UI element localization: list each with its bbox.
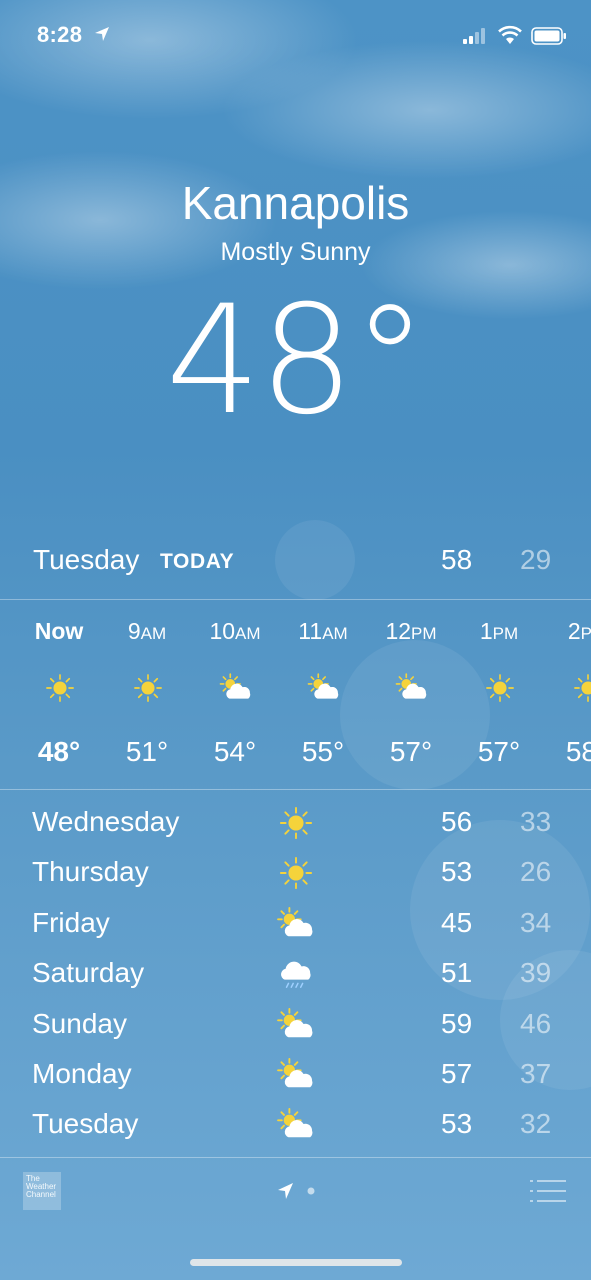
day-name: Friday [32, 906, 110, 938]
weather-channel-logo[interactable]: The Weather Channel [23, 1172, 61, 1210]
sun-icon [482, 670, 518, 706]
page-indicator[interactable] [277, 1181, 317, 1201]
divider [0, 1157, 591, 1158]
hour-suffix: AM [322, 624, 348, 643]
hour-temperature: 57° [477, 736, 521, 767]
hour-number: 9 [127, 618, 141, 644]
day-high: 53 [441, 1108, 473, 1140]
hour-suffix: AM [235, 624, 261, 643]
hour-label: 12PM [366, 618, 456, 645]
hour-label: 1PM [454, 618, 544, 645]
sun-icon [274, 806, 318, 840]
hour-label: 9AM [102, 618, 192, 645]
hour-label: 2PM [542, 618, 591, 645]
day-name: Tuesday [32, 1108, 139, 1140]
hour-temperature: 51° [125, 736, 169, 767]
day-high: 53 [441, 856, 473, 888]
hour-number: Now [34, 618, 84, 644]
partly-cloudy-icon [274, 1108, 318, 1142]
hour-suffix: PM [580, 624, 591, 643]
day-low: 26 [520, 856, 552, 888]
hour-number: 11 [298, 618, 323, 644]
day-name: Thursday [32, 856, 149, 888]
daily-row: Thursday 53 26 [0, 848, 591, 898]
sun-icon [570, 670, 591, 706]
status-time: 8:28 [37, 22, 83, 47]
hour-number: 1 [479, 618, 493, 644]
partly-cloudy-icon [274, 1007, 318, 1042]
list-icon[interactable] [530, 1178, 566, 1204]
day-name: Sunday [32, 1007, 127, 1039]
hour-label: 11AM [278, 618, 368, 645]
partly-cloudy-icon [394, 670, 430, 706]
day-high: 57 [441, 1058, 473, 1089]
home-indicator[interactable] [190, 1259, 402, 1266]
logo-text: Channel [26, 1190, 56, 1199]
today-high: 58 [441, 544, 473, 575]
day-high: 56 [441, 806, 473, 837]
daily-row: Monday 57 37 [0, 1050, 591, 1100]
hour-temperature: 54° [213, 736, 257, 767]
hourly-forecast[interactable]: Now 48° 9AM 51° 10AM 54° 11AM 55° 12PM 5… [0, 600, 591, 790]
day-low: 39 [520, 957, 552, 989]
day-high: 51 [441, 957, 473, 989]
sun-icon [274, 856, 318, 890]
partly-cloudy-icon [274, 1058, 318, 1092]
page-dot [307, 1187, 315, 1195]
daily-row: Saturday 51 39 [0, 949, 591, 999]
day-name: Wednesday [32, 806, 180, 837]
hour-suffix: AM [140, 624, 167, 643]
hour-temperature: 58° [565, 736, 591, 767]
hour-temperature: 48° [37, 736, 81, 767]
partly-cloudy-icon [218, 670, 254, 706]
sun-icon [130, 670, 166, 706]
daily-row: Sunday 59 46 [0, 1000, 591, 1050]
partly-cloudy-icon [306, 670, 342, 706]
day-name: Saturday [32, 957, 145, 989]
day-low: 34 [520, 906, 552, 938]
sun-icon [42, 670, 78, 706]
location-arrow-icon [95, 27, 109, 41]
hour-number: 12 [385, 618, 412, 644]
daily-row: Tuesday 53 32 [0, 1100, 591, 1150]
day-low: 37 [520, 1058, 552, 1089]
today-low: 29 [520, 544, 552, 575]
city-name: Kannapolis [181, 177, 410, 229]
hour-label: Now [14, 618, 104, 645]
today-day: Tuesday [33, 544, 140, 575]
current-temperature: 48° [165, 274, 428, 448]
day-low: 32 [520, 1108, 552, 1140]
day-name: Monday [32, 1058, 132, 1089]
day-high: 59 [441, 1007, 473, 1039]
today-row: Tuesday TODAY 58 29 [0, 540, 591, 598]
today-tag: TODAY [160, 550, 235, 573]
battery-icon [531, 27, 566, 45]
divider [0, 789, 591, 790]
hour-label: 10AM [190, 618, 280, 645]
hour-temperature: 57° [389, 736, 433, 767]
day-high: 45 [441, 906, 473, 938]
hour-suffix: PM [411, 624, 437, 643]
current-condition: Mostly Sunny [220, 238, 371, 266]
status-bar: 8:28 [0, 0, 591, 70]
rain-cloud-icon [274, 957, 318, 991]
hour-number: 2 [567, 618, 581, 644]
daily-row: Friday 45 34 [0, 899, 591, 949]
wifi-icon [498, 25, 522, 44]
cellular-signal-icon [463, 28, 485, 44]
day-low: 33 [520, 806, 552, 837]
hour-temperature: 55° [301, 736, 345, 767]
partly-cloudy-icon [274, 906, 318, 941]
day-low: 46 [520, 1007, 552, 1039]
hour-number: 10 [209, 618, 236, 644]
location-arrow-icon [278, 1183, 293, 1199]
hour-suffix: PM [492, 624, 519, 643]
daily-row: Wednesday 56 33 [0, 798, 591, 848]
